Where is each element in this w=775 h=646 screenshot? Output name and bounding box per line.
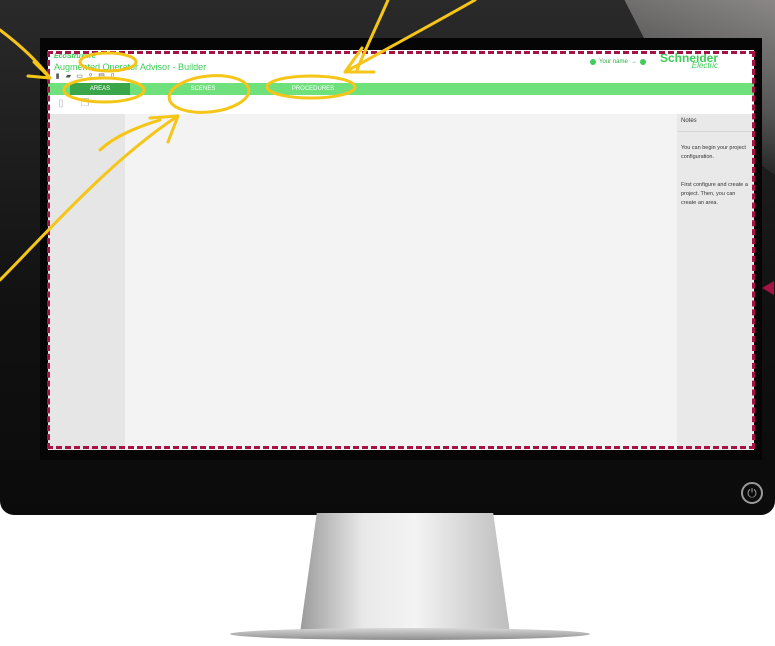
user-name[interactable]: Your name xyxy=(599,59,628,65)
save-icon[interactable]: ▭ xyxy=(76,73,83,80)
brand-logo: EcoStruxure xyxy=(54,53,96,60)
builder-app-window: EcoStruxure Augmented Operator Advisor -… xyxy=(48,50,754,450)
notes-text-instructions: First configure and create a project. Th… xyxy=(681,182,748,206)
copy-area-icon[interactable]: ❐ xyxy=(78,97,92,111)
tab-areas[interactable]: AREAS xyxy=(70,83,130,95)
main-workspace xyxy=(125,114,677,450)
logout-arrow-icon[interactable]: → xyxy=(631,59,637,65)
open-folder-icon[interactable]: ▰ xyxy=(65,73,72,80)
app-header: EcoStruxure Augmented Operator Advisor -… xyxy=(48,50,754,83)
app-title: Augmented Operator Advisor - Builder xyxy=(54,62,207,72)
print-icon[interactable]: ▤ xyxy=(98,73,105,80)
side-pointer-icon xyxy=(762,281,774,295)
notes-text-begin: You can begin your project configuration… xyxy=(681,145,746,160)
monitor-stand xyxy=(300,513,510,633)
nav-bar: AREAS SCENES PROCEDURES xyxy=(48,83,754,95)
document-icon[interactable]: ▯ xyxy=(109,73,116,80)
tab-procedures[interactable]: PROCEDURES xyxy=(273,83,353,95)
notes-panel: Notes You can begin your project configu… xyxy=(677,114,754,450)
file-toolbar: ▮ ▰ ▭ ⇪ ▤ ▯ xyxy=(54,73,116,80)
user-icon xyxy=(590,59,596,65)
help-icon[interactable] xyxy=(639,59,646,65)
schneider-logo: Schneider Electric xyxy=(660,52,718,70)
notes-divider xyxy=(677,131,754,132)
power-icon[interactable]: ⏻ xyxy=(741,482,763,504)
new-file-icon[interactable]: ▮ xyxy=(54,73,61,80)
notes-title: Notes xyxy=(681,118,697,124)
tab-scenes[interactable]: SCENES xyxy=(168,83,238,95)
user-menu[interactable]: Your name → xyxy=(590,59,646,65)
monitor-base xyxy=(230,628,590,640)
area-tree-panel xyxy=(48,114,125,450)
add-area-icon[interactable]: ▯ xyxy=(54,97,68,111)
upload-icon[interactable]: ⇪ xyxy=(87,73,94,80)
sub-toolbar: ▯ ❐ xyxy=(48,95,754,115)
